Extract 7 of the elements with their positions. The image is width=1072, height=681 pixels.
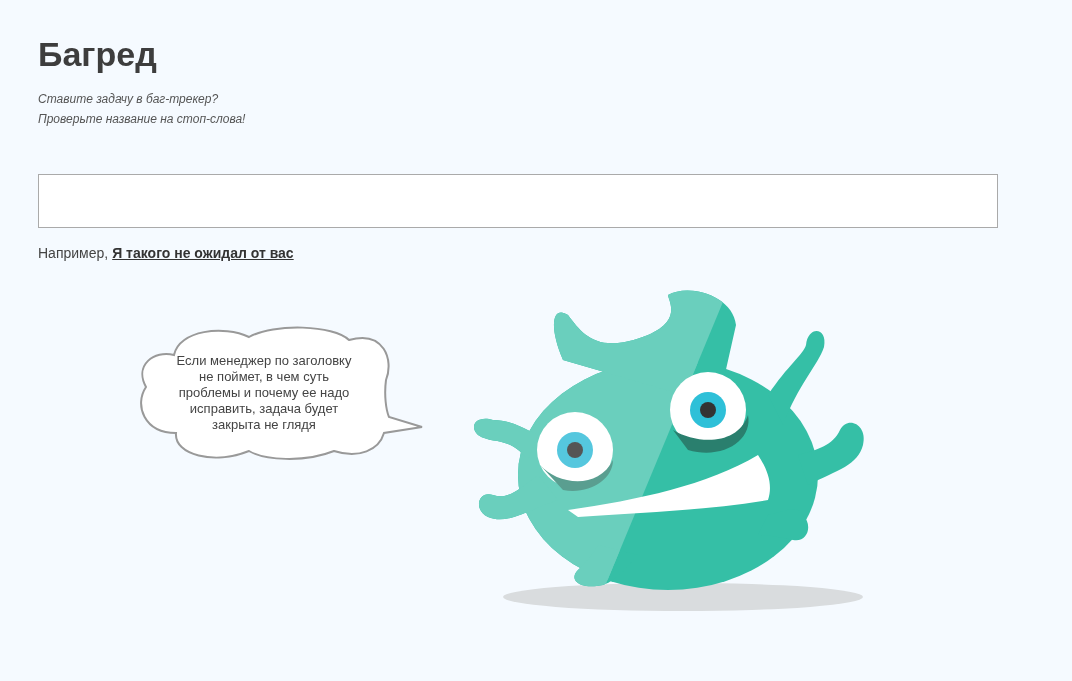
subtitle-line: Ставите задачу в баг-трекер? [38, 91, 220, 107]
example-link[interactable]: Я такого не ожидал от вас [112, 245, 294, 261]
example-label: Например, [38, 245, 109, 261]
input-field[interactable] [38, 174, 998, 228]
bubble-text: Если менеджер по заголовку не поймет, в чем суть проблемы и почему ее надо исправить, задача будет закрыта не глядя [175, 353, 353, 433]
page-title: Багред [38, 34, 158, 75]
subtitle-line: Проверьте название на стоп-слова! [38, 111, 247, 127]
